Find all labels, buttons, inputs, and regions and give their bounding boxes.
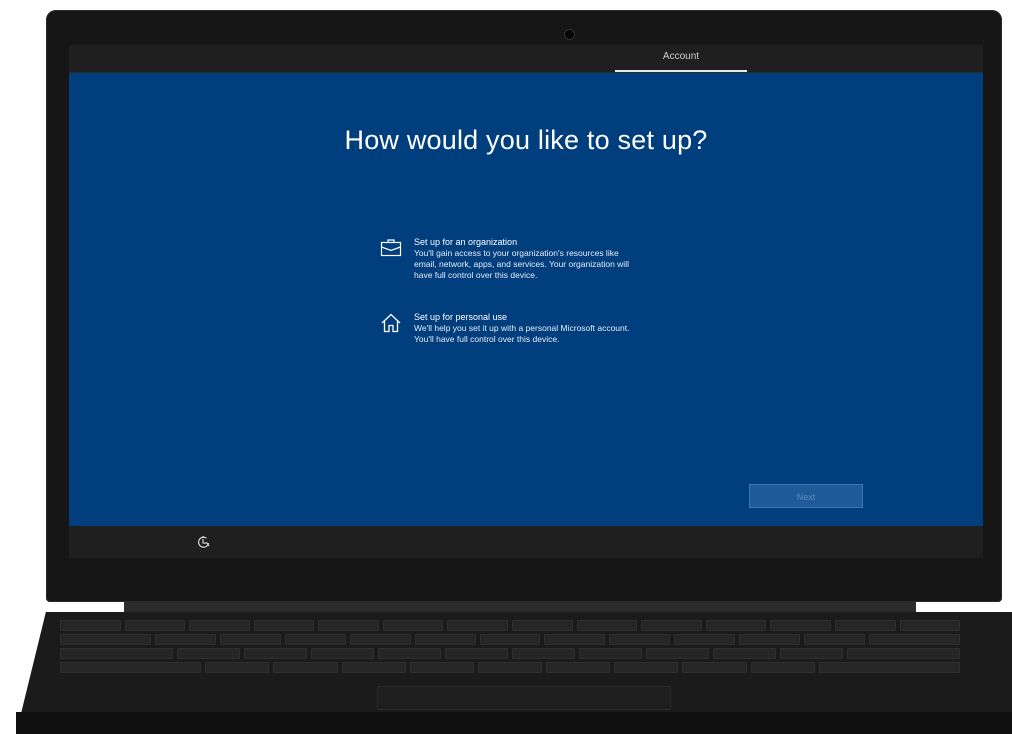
option-description-line: email, network, apps, and services. Your… [414, 259, 629, 269]
keyboard-row [60, 620, 961, 631]
tab-account: Account [615, 45, 747, 72]
option-description-line: We'll help you set it up with a personal… [414, 323, 630, 333]
briefcase-icon [380, 239, 402, 257]
trackpad [377, 686, 671, 710]
keyboard-row [60, 662, 960, 673]
next-button[interactable]: Next [749, 484, 863, 508]
page-title: How would you like to set up? [344, 125, 708, 155]
option-description-line: You'll have full control over this devic… [414, 334, 560, 344]
webcam [565, 30, 574, 39]
oobe-screen: Account How would you like to set up? Se… [69, 45, 983, 558]
option-description-line: have full control over this device. [414, 270, 538, 280]
option-title: Set up for personal use [414, 312, 508, 322]
setup-content: How would you like to set up? Set up for… [69, 73, 983, 526]
keyboard [60, 620, 961, 682]
keyboard-row [60, 648, 960, 659]
laptop-base-front [16, 712, 1012, 734]
option-description-line: You'll gain access to your organization'… [414, 248, 619, 258]
top-bar: Account [69, 45, 983, 72]
keyboard-row [60, 634, 961, 645]
option-title: Set up for an organization [414, 237, 518, 247]
home-icon [381, 313, 401, 333]
accessibility-icon[interactable] [196, 534, 212, 550]
bottom-bar [69, 526, 983, 558]
laptop-scene: Account How would you like to set up? Se… [0, 0, 1012, 734]
